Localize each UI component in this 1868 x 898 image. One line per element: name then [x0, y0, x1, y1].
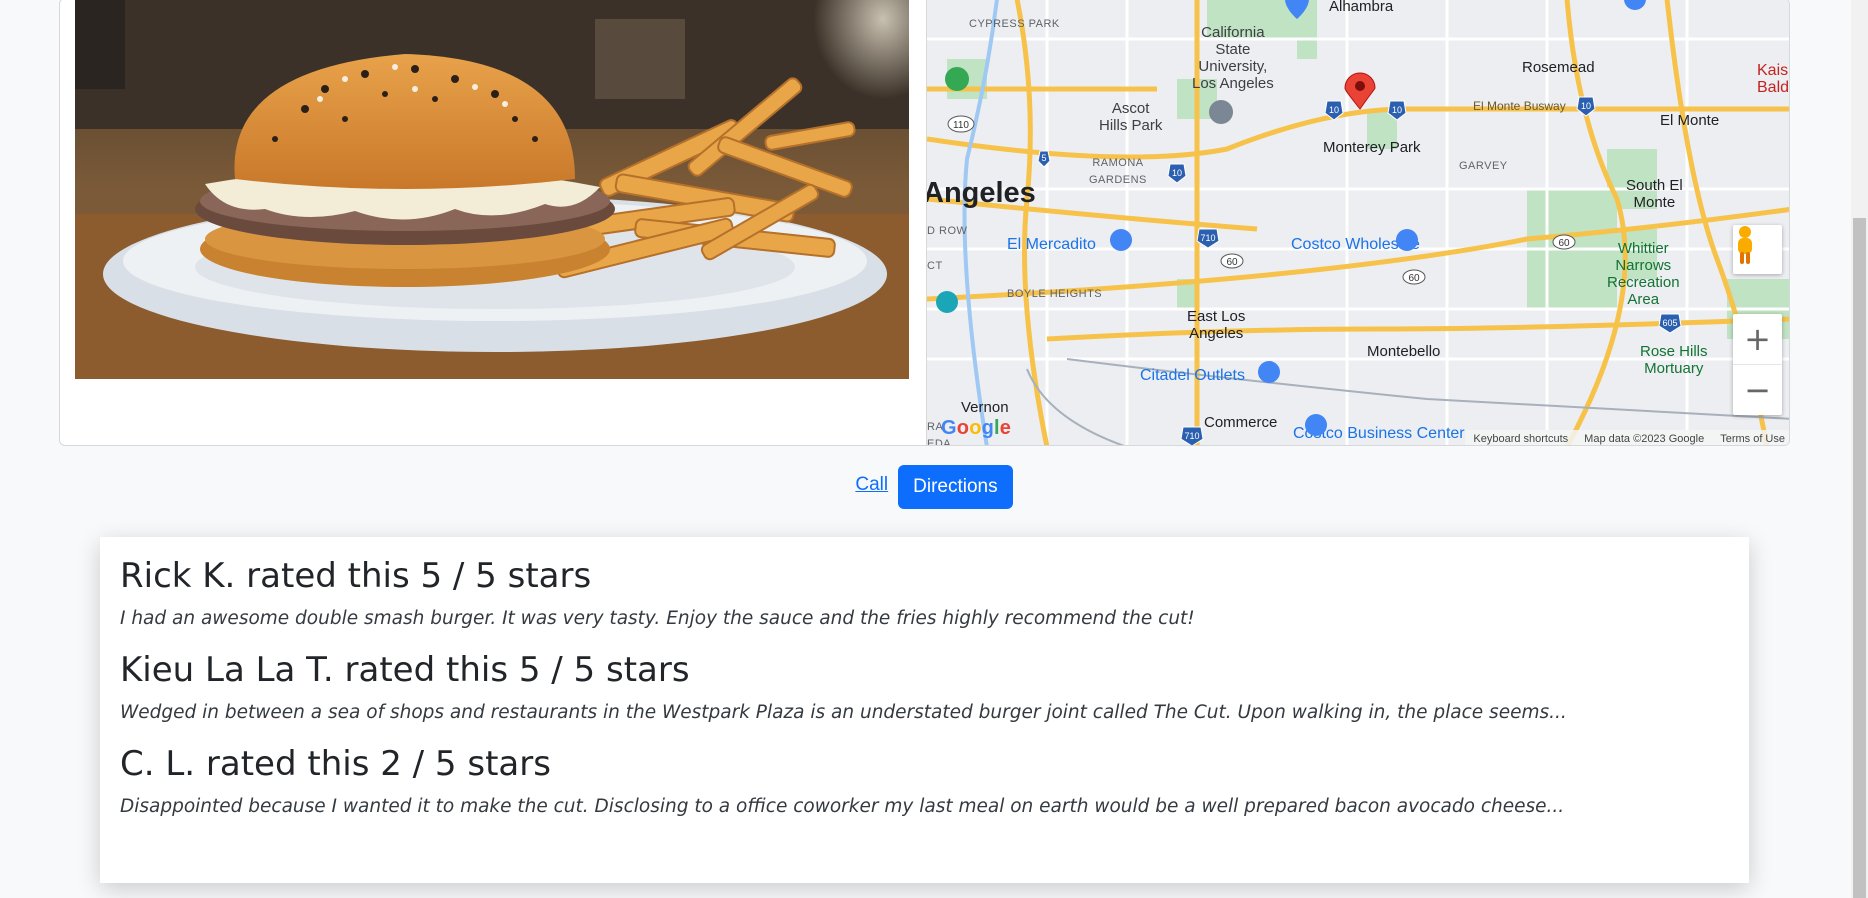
map-label-alhambra: Alhambra: [1329, 0, 1394, 15]
burger-photo: [75, 0, 909, 379]
map-data-text: Map data ©2023 Google: [1584, 433, 1705, 445]
review-text: I had an awesome double smash burger. It…: [120, 608, 1195, 629]
zoom-control: + −: [1733, 314, 1782, 415]
reviews-section: Rick K. rated this 5 / 5 stars I had an …: [100, 537, 1749, 883]
review-title: C. L. rated this 2 / 5 stars: [120, 744, 551, 784]
restaurant-card: Alhambra CYPRESS PARK California State U…: [59, 0, 1790, 446]
review-text: Wedged in between a sea of shops and res…: [120, 702, 1567, 723]
review-title: Rick K. rated this 5 / 5 stars: [120, 556, 592, 596]
map-label-citadel-outlets: Citadel Outlets: [1140, 367, 1245, 384]
map-label-monterey-park: Monterey Park: [1323, 139, 1421, 156]
map-label-south-el-monte: South El Monte: [1626, 177, 1683, 211]
map-label-los-angeles: Angeles: [926, 177, 1036, 209]
review-item: Kieu La La T. rated this 5 / 5 stars Wed…: [120, 649, 1729, 725]
map-attribution: Keyboard shortcuts Map data ©2023 Google…: [1465, 430, 1789, 445]
map-label-commerce: Commerce: [1204, 414, 1278, 431]
zoom-in-button[interactable]: +: [1733, 314, 1782, 365]
map-label-el-monte-busway: El Monte Busway: [1473, 99, 1566, 113]
map-label-rosemead: Rosemead: [1522, 59, 1595, 76]
map-label-costco-wholesale: Costco Wholesale: [1291, 236, 1420, 253]
map-label-rose-hills: Rose Hills Mortuary: [1640, 343, 1708, 377]
map-label-garvey: GARVEY: [1459, 160, 1508, 172]
map-tiles: [927, 0, 1789, 445]
map-label-d-row: D ROW: [927, 225, 968, 237]
map-label-boyle-heights: BOYLE HEIGHTS: [1007, 288, 1103, 300]
terms-of-use-link[interactable]: Terms of Use: [1712, 430, 1789, 445]
map-label-east-los-angeles: East Los Angeles: [1187, 308, 1246, 342]
map-label-csula: California State University, Los Angeles: [1192, 24, 1274, 92]
map-label-costco-business: Costco Business Center: [1293, 425, 1465, 442]
map-label-el-mercadito: El Mercadito: [1007, 236, 1096, 253]
review-item: C. L. rated this 2 / 5 stars Disappointe…: [120, 743, 1729, 819]
street-view-button[interactable]: [1733, 225, 1782, 274]
directions-button[interactable]: Directions: [898, 465, 1013, 509]
scrollbar-thumb[interactable]: [1853, 218, 1866, 898]
burger-fries-image: [75, 0, 909, 379]
map-label-cypress-park: CYPRESS PARK: [969, 18, 1060, 30]
review-item: Rick K. rated this 5 / 5 stars I had an …: [120, 555, 1729, 631]
map-label-vernon: Vernon: [961, 399, 1009, 416]
map-label-ramona-gardens: RAMONA GARDENS: [1089, 157, 1147, 186]
keyboard-shortcuts-link[interactable]: Keyboard shortcuts: [1465, 430, 1576, 445]
map-label-el-monte: El Monte: [1660, 112, 1720, 129]
review-text: Disappointed because I wanted it to make…: [120, 796, 1565, 817]
review-title: Kieu La La T. rated this 5 / 5 stars: [120, 650, 690, 690]
contact-actions: Call Directions: [0, 465, 1868, 509]
google-logo: Google: [941, 417, 1012, 439]
map-label-montebello: Montebello: [1367, 343, 1441, 360]
zoom-out-button[interactable]: −: [1733, 365, 1782, 415]
map-label-kaiser: Kais Baldwin: [1757, 62, 1790, 96]
call-link[interactable]: Call: [855, 474, 888, 496]
map[interactable]: Alhambra CYPRESS PARK California State U…: [926, 0, 1790, 445]
map-label-ct: CT: [927, 260, 943, 272]
pegman-icon: [1738, 226, 1752, 264]
map-label-whittier-narrows: Whittier Narrows Recreation Area: [1607, 240, 1680, 308]
page-scrollbar[interactable]: [1851, 0, 1868, 898]
map-label-ascot-hills: Ascot Hills Park: [1099, 100, 1163, 134]
